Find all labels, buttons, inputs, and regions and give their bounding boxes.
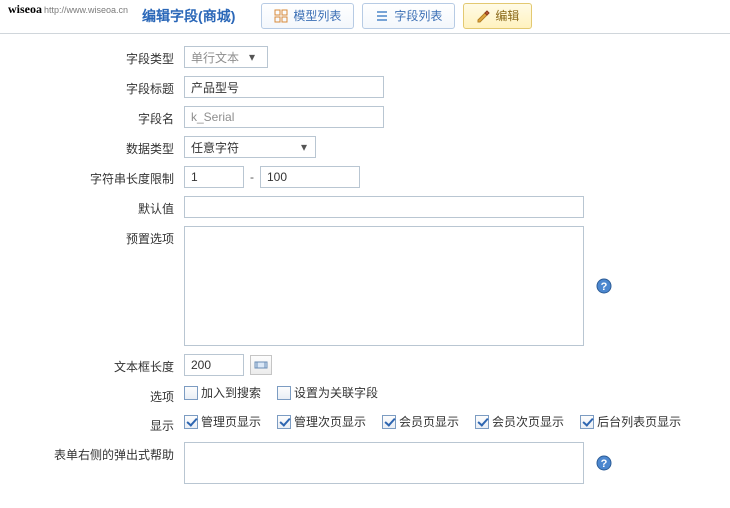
checkbox-label: 会员页显示 [399,413,459,430]
textbox-length-picker-button[interactable] [250,355,272,375]
range-dash: - [250,170,254,184]
width-icon [254,359,268,371]
checkbox-member-sub-page[interactable] [475,415,489,429]
label-form-right-help: 表单右侧的弹出式帮助 [16,442,184,463]
field-type-select[interactable]: 单行文本 ▾ [184,46,268,68]
checkbox-set-relation-field[interactable] [277,386,291,400]
label-default-value: 默认值 [16,196,184,217]
label-field-type: 字段类型 [16,46,184,67]
svg-text:?: ? [601,281,608,293]
label-field-title: 字段标题 [16,76,184,97]
label-options: 选项 [16,384,184,405]
tab-field-list[interactable]: 字段列表 [362,3,455,29]
default-value-input[interactable] [184,196,584,218]
grid-icon [274,9,288,23]
checkbox-member-page[interactable] [382,415,396,429]
help-icon[interactable]: ? [596,455,612,471]
label-preset-options: 预置选项 [16,226,184,247]
label-textbox-length: 文本框长度 [16,354,184,375]
top-bar: wiseoa http://www.wiseoa.cn 编辑字段(商城) 模型列… [0,0,730,34]
checkbox-admin-page[interactable] [184,415,198,429]
tab-label: 字段列表 [394,7,442,24]
field-title-input[interactable] [184,76,384,98]
tab-edit[interactable]: 编辑 [463,3,532,29]
str-len-min-input[interactable] [184,166,244,188]
checkbox-admin-sub-page[interactable] [277,415,291,429]
data-type-select[interactable]: 任意字符 ▾ [184,136,316,158]
brand-name: wiseoa [8,2,42,17]
list-icon [375,9,389,23]
checkbox-label: 后台列表页显示 [597,413,681,430]
form-right-help-textarea[interactable] [184,442,584,484]
checkbox-label: 管理页显示 [201,413,261,430]
field-name-input[interactable] [184,106,384,128]
chevron-down-icon: ▾ [297,140,311,154]
checkbox-label: 加入到搜索 [201,384,261,401]
checkbox-add-to-search[interactable] [184,386,198,400]
brand-url: http://www.wiseoa.cn [44,5,128,15]
checkbox-label: 设置为关联字段 [294,384,378,401]
label-str-len-limit: 字符串长度限制 [16,166,184,187]
select-value: 单行文本 [191,49,239,66]
checkbox-backend-list[interactable] [580,415,594,429]
tab-label: 模型列表 [293,7,341,24]
label-display: 显示 [16,413,184,434]
str-len-max-input[interactable] [260,166,360,188]
page-title: 编辑字段(商城) [142,6,235,26]
checkbox-label: 会员次页显示 [492,413,564,430]
tab-model-list[interactable]: 模型列表 [261,3,354,29]
preset-options-textarea[interactable] [184,226,584,346]
select-value: 任意字符 [191,139,239,156]
pencil-icon [476,9,490,23]
label-data-type: 数据类型 [16,136,184,157]
svg-text:?: ? [601,458,608,470]
checkbox-label: 管理次页显示 [294,413,366,430]
tab-label: 编辑 [495,7,519,24]
form-area: 字段类型 单行文本 ▾ 字段标题 字段名 数据类型 任意字符 ▾ 字符串长度限制 [0,34,730,508]
chevron-down-icon: ▾ [245,50,259,64]
textbox-length-input[interactable] [184,354,244,376]
label-field-name: 字段名 [16,106,184,127]
help-icon[interactable]: ? [596,278,612,294]
